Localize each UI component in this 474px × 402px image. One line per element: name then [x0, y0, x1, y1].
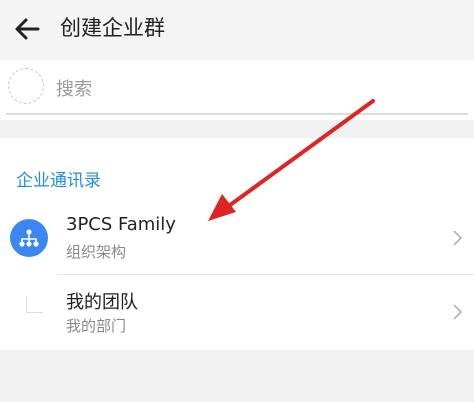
search-bar — [0, 60, 474, 120]
arrow-left-icon — [15, 18, 40, 40]
search-input[interactable] — [56, 74, 436, 104]
item-title: 我的团队 — [66, 292, 138, 313]
search-underline — [6, 113, 468, 115]
section-title: 企业通讯录 — [16, 171, 101, 191]
list-item-org[interactable]: 3PCS Family 组织架构 — [0, 204, 474, 272]
org-chart-icon — [10, 219, 48, 257]
chevron-right-icon — [453, 230, 463, 246]
contacts-section: 企业通讯录 3PCS Family 组织架构 我的团队 我的部门 — [0, 138, 474, 350]
page-title: 创建企业群 — [60, 16, 165, 40]
item-title: 3PCS Family — [66, 214, 176, 235]
chevron-right-icon — [453, 304, 463, 320]
avatar-placeholder-icon — [8, 68, 44, 104]
item-subtitle: 我的部门 — [66, 317, 127, 335]
list-item-team[interactable]: 我的团队 我的部门 — [0, 278, 474, 346]
back-button[interactable] — [10, 12, 44, 46]
team-icon — [26, 296, 43, 313]
header-bar: 创建企业群 — [0, 0, 474, 58]
item-subtitle: 组织架构 — [66, 243, 127, 261]
divider — [58, 274, 474, 275]
